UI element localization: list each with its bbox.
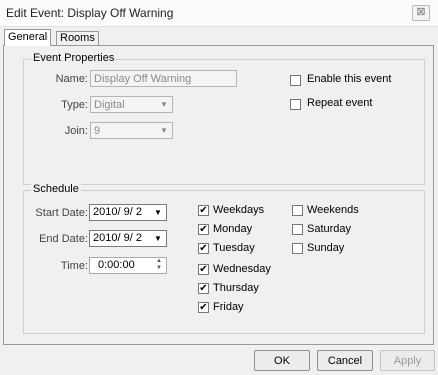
tab-rooms[interactable]: Rooms — [56, 31, 99, 45]
schedule-label: Schedule — [31, 183, 81, 195]
start-date-label: Start Date: — [35, 207, 88, 219]
cancel-button[interactable]: Cancel — [317, 350, 373, 371]
calendar-dropdown-icon[interactable]: ▼ — [151, 206, 165, 219]
sunday-checkbox[interactable] — [292, 243, 303, 254]
saturday-checkbox[interactable] — [292, 224, 303, 235]
event-properties-label: Event Properties — [31, 52, 117, 64]
type-select[interactable]: Digital ▼ — [90, 96, 173, 113]
end-date-label: End Date: — [39, 233, 88, 245]
start-date-value: 2010/ 9/ 2 — [93, 206, 142, 218]
chevron-down-icon[interactable]: ▼ — [158, 125, 170, 136]
join-value: 9 — [94, 125, 101, 137]
type-label: Type: — [61, 99, 88, 111]
weekends-label: Weekends — [307, 204, 359, 216]
enable-event-label: Enable this event — [307, 73, 392, 85]
name-label: Name: — [55, 73, 88, 85]
weekends-checkbox[interactable] — [292, 205, 303, 216]
calendar-dropdown-icon[interactable]: ▼ — [151, 232, 165, 245]
time-value: 0:00:00 — [98, 259, 135, 271]
general-tab-panel: Event Properties Name: Display Off Warni… — [3, 45, 434, 345]
type-value: Digital — [94, 99, 125, 111]
spin-down-icon[interactable]: ▼ — [153, 265, 165, 272]
join-select[interactable]: 9 ▼ — [90, 122, 173, 139]
spin-up-icon[interactable]: ▲ — [153, 258, 165, 265]
end-date-value: 2010/ 9/ 2 — [93, 232, 142, 244]
repeat-event-checkbox[interactable] — [290, 99, 301, 110]
friday-checkbox[interactable]: ✔ — [198, 302, 209, 313]
saturday-label: Saturday — [307, 223, 352, 235]
tuesday-checkbox[interactable]: ✔ — [198, 243, 209, 254]
tuesday-label: Tuesday — [213, 242, 255, 254]
edit-event-dialog: Edit Event: Display Off Warning ⊠ Genera… — [0, 0, 438, 375]
monday-checkbox[interactable]: ✔ — [198, 224, 209, 235]
tab-general[interactable]: General — [4, 29, 52, 46]
wednesday-checkbox[interactable]: ✔ — [198, 264, 209, 275]
chevron-down-icon[interactable]: ▼ — [158, 99, 170, 110]
sunday-label: Sunday — [307, 242, 345, 254]
weekdays-label: Weekdays — [213, 204, 265, 216]
apply-button[interactable]: Apply — [380, 350, 435, 371]
time-label: Time: — [60, 260, 88, 272]
title-bar: Edit Event: Display Off Warning ⊠ — [0, 0, 438, 27]
start-date-picker[interactable]: 2010/ 9/ 2 ▼ — [89, 204, 167, 221]
friday-label: Friday — [213, 301, 244, 313]
wednesday-label: Wednesday — [213, 263, 271, 275]
ok-button[interactable]: OK — [254, 350, 310, 371]
time-spinner[interactable]: 0:00:00 ▲ ▼ — [89, 257, 167, 274]
join-label: Join: — [64, 125, 88, 137]
thursday-checkbox[interactable]: ✔ — [198, 283, 209, 294]
end-date-picker[interactable]: 2010/ 9/ 2 ▼ — [89, 230, 167, 247]
window-title: Edit Event: Display Off Warning — [6, 6, 174, 20]
weekdays-checkbox[interactable]: ✔ — [198, 205, 209, 216]
close-icon[interactable]: ⊠ — [412, 5, 430, 21]
thursday-label: Thursday — [213, 282, 259, 294]
name-field[interactable]: Display Off Warning — [90, 70, 237, 87]
enable-event-checkbox[interactable] — [290, 75, 301, 86]
repeat-event-label: Repeat event — [307, 97, 373, 109]
monday-label: Monday — [213, 223, 253, 235]
